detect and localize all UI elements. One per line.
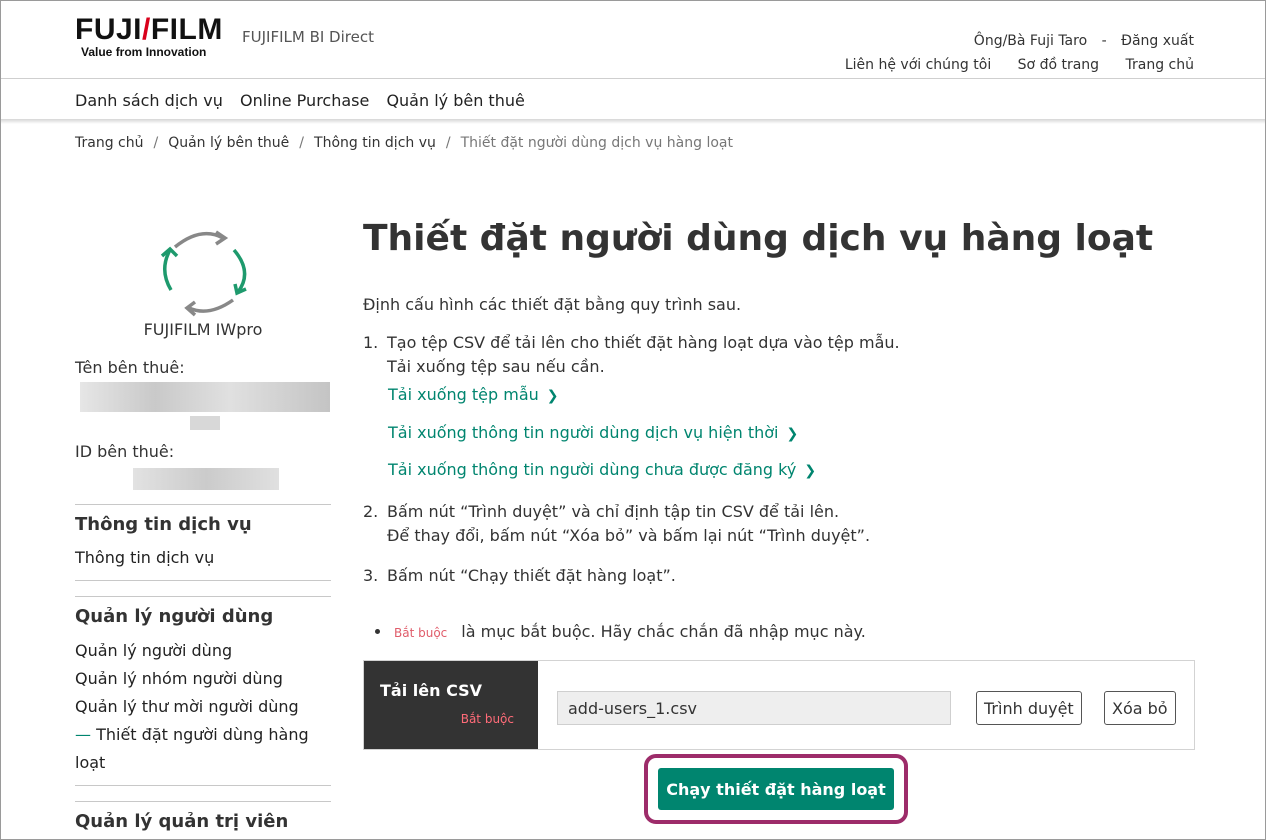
chevron-right-icon: ❯ (546, 388, 559, 404)
sidebar-heading-user-management: Quản lý người dùng (75, 606, 274, 627)
nav-shadow (1, 119, 1265, 124)
nav-service-list[interactable]: Danh sách dịch vụ (75, 91, 223, 110)
step-3: 3. Bấm nút “Chạy thiết đặt hàng loạt”. (363, 564, 676, 588)
sidebar-item-label: Thiết đặt người dùng hàng (96, 725, 309, 744)
sidebar-heading-service-info: Thông tin dịch vụ (75, 514, 252, 535)
sidebar-divider (75, 785, 331, 786)
chevron-right-icon: ❯ (786, 426, 799, 442)
nav-tenant-management[interactable]: Quản lý bên thuê (386, 91, 524, 110)
breadcrumb-separator: / (153, 135, 159, 151)
tenant-id-label: ID bên thuê: (75, 442, 175, 461)
link-label: Tải xuống thông tin người dùng chưa được… (388, 460, 797, 479)
active-indicator: — (75, 725, 91, 744)
step-number: 1. (363, 333, 379, 352)
home-link[interactable]: Trang chủ (1126, 57, 1194, 73)
run-button-highlight: Chạy thiết đặt hàng loạt (644, 754, 908, 824)
site-name: FUJIFILM BI Direct (242, 28, 374, 46)
required-note-text: là mục bắt buộc. Hãy chắc chắn đã nhập m… (461, 622, 866, 641)
user-separator: - (1101, 33, 1107, 49)
sidebar-item-user-invitation[interactable]: Quản lý thư mời người dùng (75, 693, 299, 721)
tenant-name-redacted (80, 382, 330, 412)
sidebar-item-service-info[interactable]: Thông tin dịch vụ (75, 544, 214, 572)
step-text-cont: Để thay đổi, bấm nút “Xóa bỏ” và bấm lại… (387, 526, 871, 545)
breadcrumb-separator: / (445, 135, 451, 151)
download-current-users-link[interactable]: Tải xuống thông tin người dùng dịch vụ h… (388, 423, 798, 442)
logo-tagline: Value from Innovation (81, 45, 207, 59)
download-template-link[interactable]: Tải xuống tệp mẫu ❯ (388, 385, 559, 404)
rotate-arrows-icon (160, 230, 247, 317)
breadcrumb-tenant-management[interactable]: Quản lý bên thuê (168, 135, 289, 151)
sidebar-item-label-cont: loạt (75, 753, 106, 772)
link-label: Tải xuống tệp mẫu (388, 385, 539, 404)
step-1: 1. Tạo tệp CSV để tải lên cho thiết đặt h… (363, 331, 900, 379)
sidebar-divider (75, 801, 331, 802)
download-unregistered-users-link[interactable]: Tải xuống thông tin người dùng chưa được… (388, 460, 816, 479)
header-divider (1, 78, 1265, 79)
service-name: FUJIFILM IWpro (143, 320, 263, 339)
step-text: Bấm nút “Chạy thiết đặt hàng loạt”. (387, 566, 676, 585)
step-text: Bấm nút “Trình duyệt” và chỉ định tập ti… (387, 502, 840, 521)
step-2: 2. Bấm nút “Trình duyệt” và chỉ định tập … (363, 500, 870, 548)
page-title: Thiết đặt người dùng dịch vụ hàng loạt (363, 218, 1154, 259)
sidebar-divider (75, 580, 331, 581)
user-name: Ông/Bà Fuji Taro (973, 33, 1088, 49)
csv-upload-label-cell: Tải lên CSV Bắt buộc (364, 661, 538, 749)
step-number: 3. (363, 566, 379, 585)
sidebar-divider (75, 596, 331, 597)
link-label: Tải xuống thông tin người dùng dịch vụ h… (388, 423, 779, 442)
step-number: 2. (363, 502, 379, 521)
step-text: Tạo tệp CSV để tải lên cho thiết đặt hàn… (387, 333, 900, 352)
required-note: Bắt buộc là mục bắt buộc. Hãy chắc chắn đ… (363, 622, 866, 641)
fujifilm-logo[interactable]: FUJI/FILM Value from Innovation (75, 13, 223, 60)
sitemap-link[interactable]: Sơ đồ trang (1018, 57, 1099, 73)
clear-button[interactable]: Xóa bỏ (1104, 691, 1176, 725)
breadcrumb-home[interactable]: Trang chủ (75, 135, 143, 151)
required-badge: Bắt buộc (460, 712, 514, 726)
sidebar-heading-admin-management: Quản lý quản trị viên (75, 811, 289, 832)
csv-upload-row: Tải lên CSV Bắt buộc Trình duyệt Xóa bỏ (363, 660, 1195, 750)
sidebar-item-user-group-management[interactable]: Quản lý nhóm người dùng (75, 665, 283, 693)
contact-link[interactable]: Liên hệ với chúng tôi (845, 57, 991, 73)
nav-online-purchase[interactable]: Online Purchase (240, 91, 369, 110)
sidebar-item-bulk-user-settings[interactable]: — Thiết đặt người dùng hàng loạt (75, 721, 309, 777)
tenant-id-redacted (133, 468, 279, 490)
logout-link[interactable]: Đăng xuất (1121, 33, 1194, 49)
browse-button[interactable]: Trình duyệt (976, 691, 1082, 725)
sidebar-item-user-management[interactable]: Quản lý người dùng (75, 637, 232, 665)
sidebar-divider (75, 504, 331, 505)
chevron-right-icon: ❯ (804, 463, 817, 479)
csv-file-field[interactable] (557, 691, 951, 725)
bullet (375, 629, 380, 634)
intro-text: Định cấu hình các thiết đặt bằng quy trì… (363, 295, 742, 314)
utility-links: Liên hệ với chúng tôi Sơ đồ trang Trang … (823, 57, 1194, 73)
step-text-cont: Tải xuống tệp sau nếu cần. (387, 357, 605, 376)
breadcrumb-separator: / (299, 135, 305, 151)
breadcrumb-service-info[interactable]: Thông tin dịch vụ (314, 135, 436, 151)
global-nav: Danh sách dịch vụ Online Purchase Quản l… (75, 91, 537, 110)
tenant-name-label: Tên bên thuê: (75, 358, 185, 377)
required-badge: Bắt buộc (394, 626, 448, 640)
breadcrumb-current: Thiết đặt người dùng dịch vụ hàng loạt (460, 135, 733, 151)
user-menu: Ông/Bà Fuji Taro - Đăng xuất (964, 33, 1194, 49)
csv-upload-label: Tải lên CSV (380, 681, 483, 700)
breadcrumb: Trang chủ / Quản lý bên thuê / Thông tin dịc… (75, 135, 733, 151)
run-bulk-settings-button[interactable]: Chạy thiết đặt hàng loạt (658, 768, 894, 810)
logo-wordmark: FUJI/FILM (75, 13, 223, 46)
tenant-name-redacted-tail (190, 416, 220, 430)
